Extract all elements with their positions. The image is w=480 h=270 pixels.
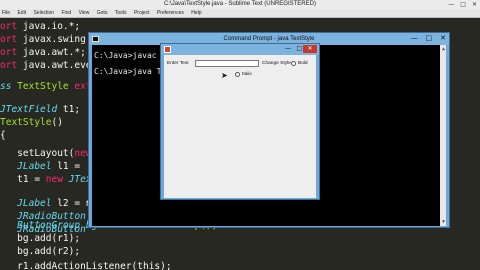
maximize-icon[interactable]: □ — [296, 45, 302, 52]
textstyle-frame[interactable]: — □ ✕ Enter Text Change Style Bold Itali… — [160, 43, 320, 200]
menu-goto[interactable]: Goto — [97, 10, 108, 16]
cmd-window-title: Command Prompt - java TextStyle — [223, 36, 315, 42]
code-token: ort — [0, 60, 23, 71]
code-line: JLabel l1 = — [0, 161, 86, 172]
menu-find[interactable]: Find — [61, 10, 71, 16]
code-token: new — [45, 174, 69, 185]
menu-tools[interactable]: Tools — [115, 10, 127, 16]
code-token: ort — [0, 47, 23, 58]
code-token: java.io.*; — [22, 21, 81, 32]
code-token: TextStyle — [0, 117, 52, 128]
close-button[interactable]: ✕ — [303, 45, 317, 53]
sublime-menu-bar: File Edit Selection Find View Goto Tools… — [0, 9, 480, 18]
code-token: setLayout( — [0, 148, 75, 159]
minimize-icon[interactable]: — — [448, 1, 454, 8]
minimize-icon[interactable]: — — [285, 45, 291, 52]
frame-content: Enter Text Change Style Bold Italic ➤ — [164, 55, 316, 198]
maximize-icon[interactable]: □ — [460, 1, 466, 8]
frame-title-bar[interactable] — [161, 44, 319, 55]
code-line: r1.addActionListener(this); — [0, 261, 172, 270]
menu-view[interactable]: View — [79, 10, 90, 16]
minimize-icon[interactable]: — — [411, 34, 418, 42]
code-line: ort java.awt.*; — [0, 47, 86, 58]
code-line: bg.add(r2); — [0, 246, 81, 257]
menu-help[interactable]: Help — [191, 10, 201, 16]
close-icon[interactable]: ✕ — [440, 34, 446, 42]
code-token: JLabel — [0, 161, 58, 172]
italic-label[interactable]: Italic — [242, 72, 252, 77]
menu-file[interactable]: File — [2, 10, 10, 16]
code-line: setLayout(new — [0, 148, 91, 159]
cmd-scrollbar[interactable]: ▲ ▼ — [440, 45, 446, 226]
change-style-label: Change Style — [262, 61, 291, 66]
enter-text-label: Enter Text — [167, 61, 189, 66]
code-token: t1; — [62, 104, 81, 115]
scroll-up-icon[interactable]: ▲ — [442, 46, 445, 52]
code-line: JTextField t1; — [0, 104, 80, 115]
code-token: JTextField — [0, 104, 63, 115]
code-token: () — [51, 117, 63, 128]
java-app-icon — [164, 46, 171, 53]
maximize-icon[interactable]: □ — [426, 34, 433, 42]
close-icon: ✕ — [307, 45, 313, 52]
menu-preferences[interactable]: Preferences — [157, 10, 184, 16]
code-token: l2 = n — [57, 198, 92, 209]
bold-label[interactable]: Bold — [298, 61, 308, 66]
code-line: JLabel l2 = n — [0, 198, 92, 209]
sublime-window-title: C:\Java\TextStyle.java - Sublime Text (U… — [164, 1, 316, 7]
code-line: bg.add(r1); — [0, 233, 81, 244]
code-token: JLabel — [0, 198, 58, 209]
mouse-cursor-icon: ➤ — [221, 71, 228, 80]
sublime-title-bar: C:\Java\TextStyle.java - Sublime Text (U… — [0, 0, 480, 9]
code-token: ort — [0, 34, 23, 45]
code-line: { — [0, 130, 6, 141]
cmd-window-controls: — □ ✕ — [403, 34, 447, 42]
code-token: l1 = — [57, 161, 86, 172]
code-token: t1 = — [0, 174, 46, 185]
bold-radio[interactable] — [291, 61, 296, 66]
code-line: TextStyle() — [0, 117, 63, 128]
scroll-down-icon[interactable]: ▼ — [442, 219, 445, 225]
terminal-icon — [92, 36, 99, 42]
text-input-field[interactable] — [195, 60, 259, 67]
menu-selection[interactable]: Selection — [33, 10, 54, 16]
code-token: java.awt.*; — [22, 47, 86, 58]
code-line: t1 = new JText — [0, 174, 97, 185]
menu-project[interactable]: Project — [134, 10, 150, 16]
code-line: ort java.io.*; — [0, 21, 80, 32]
sublime-window-controls: — □ ✕ — [442, 0, 477, 9]
close-icon[interactable]: ✕ — [472, 1, 477, 8]
italic-radio[interactable] — [235, 72, 240, 77]
code-token: ort — [0, 21, 23, 32]
menu-edit[interactable]: Edit — [17, 10, 26, 16]
code-token: ss — [0, 81, 18, 92]
code-token: TextStyle — [17, 81, 75, 92]
